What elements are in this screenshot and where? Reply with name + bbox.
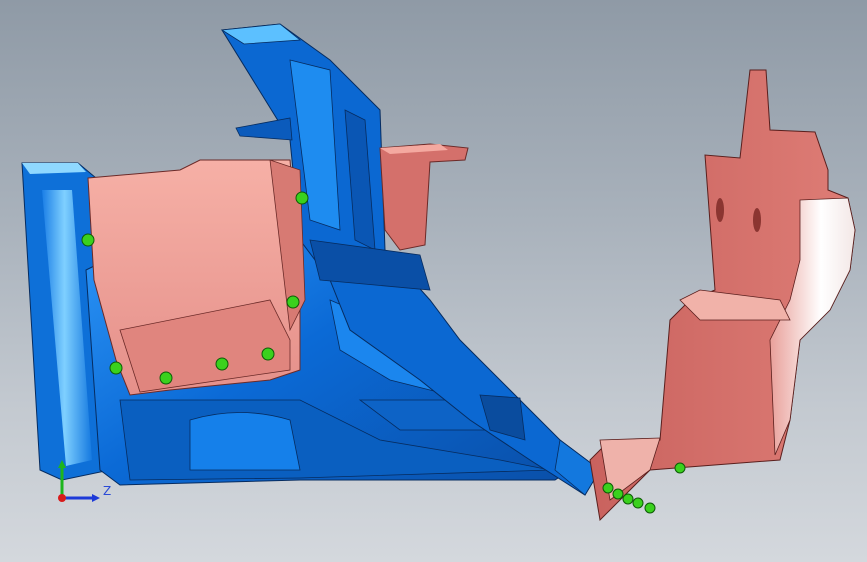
pink-bracket-right[interactable] [589, 69, 856, 522]
weld-point [622, 493, 634, 505]
weld-point [295, 191, 309, 205]
orientation-triad [58, 460, 100, 502]
weld-point [81, 233, 95, 247]
weld-point [109, 361, 123, 375]
weld-point [632, 497, 644, 509]
y-axis-arrow-icon [58, 460, 66, 468]
cad-viewport[interactable]: Z [0, 0, 867, 562]
pink-bracket-top[interactable] [379, 143, 469, 251]
weld-point [674, 462, 686, 474]
z-axis-arrow-icon [92, 494, 100, 502]
weld-point [159, 371, 173, 385]
weld-point [612, 488, 624, 500]
weld-point [602, 482, 614, 494]
cad-model-scene[interactable] [0, 0, 867, 562]
x-axis-dot [58, 494, 66, 502]
weld-point [644, 502, 656, 514]
pink-panel-left[interactable] [87, 159, 306, 396]
weld-point [286, 295, 300, 309]
weld-point [261, 347, 275, 361]
weld-point [215, 357, 229, 371]
z-axis-label: Z [103, 484, 112, 498]
